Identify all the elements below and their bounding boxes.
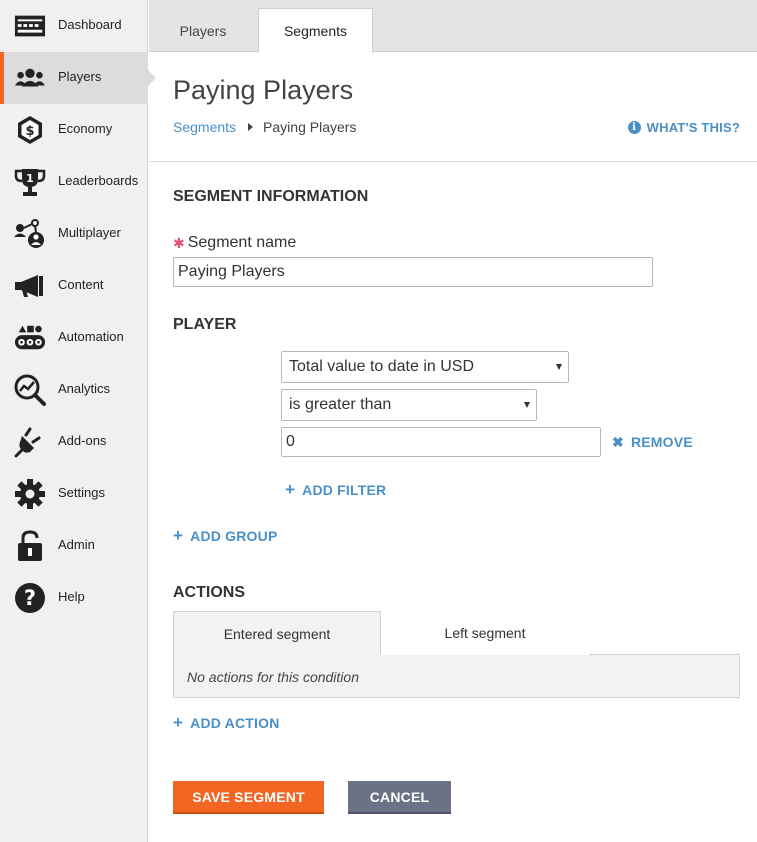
sidebar-item-label: Analytics (58, 381, 111, 396)
actions-content: No actions for this condition (173, 654, 740, 698)
players-icon (14, 62, 46, 94)
save-segment-button[interactable]: SAVE SEGMENT (173, 781, 324, 814)
sidebar-item-label: Automation (58, 329, 124, 344)
tab-left-segment[interactable]: Left segment (381, 611, 589, 655)
tab-segments[interactable]: Segments (258, 8, 373, 53)
sidebar-item-label: Economy (58, 121, 113, 136)
plus-icon: + (173, 526, 184, 545)
trophy-icon: 1 (14, 166, 46, 198)
breadcrumb: Segments Paying Players (173, 119, 356, 135)
segment-name-input[interactable] (173, 257, 653, 287)
gear-icon (14, 478, 46, 510)
sidebar-item-settings[interactable]: Settings (0, 468, 148, 520)
filter-operator-select[interactable]: is greater than (281, 389, 537, 421)
required-star-icon: ✱ (173, 234, 185, 251)
remove-label: REMOVE (630, 434, 693, 450)
remove-filter-button[interactable]: ✖ REMOVE (612, 434, 693, 450)
sidebar-item-label: Players (58, 69, 102, 84)
filter-operator-value: is greater than (289, 396, 392, 413)
add-filter-label: ADD FILTER (302, 481, 387, 498)
dropdown-caret-icon (524, 402, 530, 408)
no-actions-message: No actions for this condition (187, 669, 359, 685)
plus-icon: + (173, 713, 184, 732)
dropdown-caret-icon (556, 364, 562, 370)
sidebar-item-help[interactable]: ? Help (0, 572, 148, 624)
sidebar-item-economy[interactable]: $ Economy (0, 104, 148, 156)
sidebar-item-add-ons[interactable]: Add-ons (0, 416, 148, 468)
sidebar-item-label: Admin (58, 537, 95, 552)
sidebar-item-players[interactable]: Players (0, 52, 156, 104)
help-icon: ? (14, 582, 46, 614)
analytics-icon (14, 374, 46, 406)
sidebar-item-leaderboards[interactable]: 1 Leaderboards (0, 156, 148, 208)
sidebar-item-label: Leaderboards (58, 173, 139, 188)
actions-panel: No actions for this condition Entered se… (173, 611, 740, 698)
svg-text:1: 1 (26, 172, 34, 185)
sidebar-item-label: Multiplayer (58, 225, 121, 240)
page-title: Paying Players (173, 75, 354, 105)
sidebar-item-label: Add-ons (58, 433, 107, 448)
filter-field-select[interactable]: Total value to date in USD (281, 351, 569, 383)
add-group-label: ADD GROUP (190, 527, 278, 544)
filter-value-input[interactable] (281, 427, 601, 457)
sidebar-item-admin[interactable]: Admin (0, 520, 148, 572)
breadcrumb-segments-link[interactable]: Segments (173, 119, 236, 135)
sidebar-item-multiplayer[interactable]: Multiplayer (0, 208, 148, 260)
whats-this-label: WHAT'S THIS? (646, 120, 740, 135)
add-action-label: ADD ACTION (190, 714, 280, 731)
actions-heading: ACTIONS (173, 584, 245, 601)
add-group-button[interactable]: + ADD GROUP (173, 527, 278, 544)
top-tab-bar: Players Segments (149, 0, 757, 53)
economy-icon: $ (14, 114, 46, 146)
tab-players[interactable]: Players (149, 8, 257, 53)
filter-field-value: Total value to date in USD (289, 358, 474, 375)
sidebar-item-content[interactable]: Content (0, 260, 148, 312)
sidebar-item-label: Content (58, 277, 104, 292)
segment-name-label: ✱ Segment name (173, 234, 296, 252)
sidebar-item-label: Settings (58, 485, 105, 500)
sidebar-item-label: Dashboard (58, 17, 122, 32)
header-divider (149, 161, 757, 162)
info-icon: i (627, 121, 641, 134)
player-heading: PLAYER (173, 316, 237, 333)
sidebar-item-automation[interactable]: Automation (0, 312, 148, 364)
automation-icon (14, 322, 46, 354)
add-filter-button[interactable]: + ADD FILTER (285, 481, 386, 498)
segment-name-label-text: Segment name (187, 234, 297, 251)
multiplayer-icon (14, 218, 46, 250)
plug-icon (14, 426, 46, 458)
plus-icon: + (285, 480, 296, 499)
breadcrumb-separator-icon (248, 123, 254, 131)
lock-icon (14, 530, 46, 562)
dashboard-icon (14, 10, 46, 42)
sidebar-item-dashboard[interactable]: Dashboard (0, 0, 148, 52)
add-action-button[interactable]: + ADD ACTION (173, 714, 280, 731)
sidebar-item-label: Help (58, 589, 85, 604)
breadcrumb-current: Paying Players (263, 119, 357, 135)
sidebar-item-analytics[interactable]: Analytics (0, 364, 148, 416)
segment-information-heading: SEGMENT INFORMATION (173, 188, 369, 205)
sidebar: Dashboard Players $ Economy 1 Leaderboar… (0, 0, 156, 842)
tab-entered-segment[interactable]: Entered segment (173, 611, 381, 655)
whats-this-link[interactable]: i WHAT'S THIS? (627, 120, 740, 135)
svg-text:?: ? (24, 586, 36, 610)
cancel-button[interactable]: CANCEL (348, 781, 451, 814)
megaphone-icon (14, 270, 46, 302)
close-icon: ✖ (612, 434, 624, 450)
svg-text:$: $ (25, 124, 34, 139)
